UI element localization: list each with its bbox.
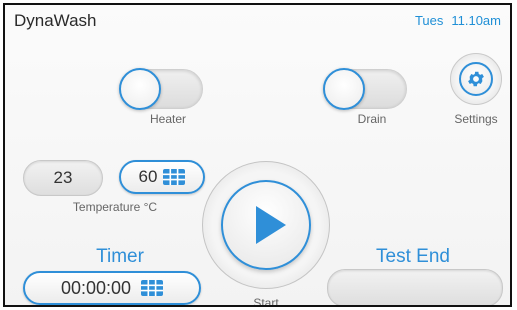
heater-toggle-knob[interactable] [119,68,161,110]
settings-label: Settings [454,112,498,126]
heater-toggle[interactable] [119,68,203,110]
date-time: Tues 11.10am [415,13,501,28]
gear-icon [468,71,484,87]
drain-toggle-knob[interactable] [323,68,365,110]
start-button[interactable] [202,161,330,289]
test-end-title: Test End [376,246,450,267]
app-title: DynaWash [14,11,97,30]
timer-input[interactable]: 00:00:00 [23,271,201,305]
temperature-current-display: 23 [23,160,103,196]
start-label: Start [253,296,279,307]
drain-label: Drain [357,112,387,126]
play-icon [256,206,286,244]
temperature-current-value: 23 [53,168,73,187]
device-screen: DynaWash Tues 11.10am Heater Drain Settin… [3,3,512,307]
time-label: 11.10am [451,13,501,28]
start-button-face[interactable] [221,180,311,270]
heater-label: Heater [149,112,187,126]
timer-value: 00:00:00 [60,277,132,298]
temperature-setpoint-value: 60 [138,167,158,186]
test-end-display [327,269,503,305]
timer-title: Timer [96,246,144,267]
settings-button[interactable] [450,53,502,105]
day-label: Tues [414,13,444,28]
settings-button-face[interactable] [459,62,493,96]
temperature-label: Temperature °C [72,200,158,214]
drain-toggle[interactable] [323,68,407,110]
keypad-icon[interactable] [141,280,164,296]
keypad-icon[interactable] [163,169,186,185]
temperature-setpoint-input[interactable]: 60 [119,160,205,194]
